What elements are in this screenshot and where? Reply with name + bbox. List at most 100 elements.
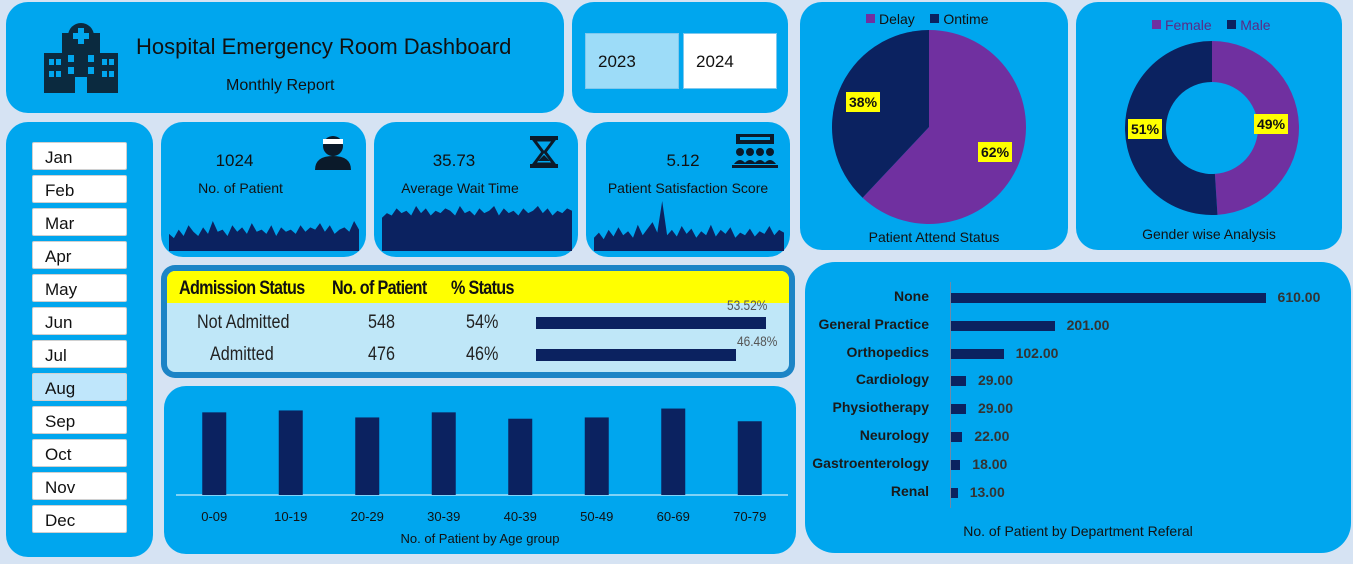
- month-button-mar[interactable]: Mar: [32, 208, 127, 236]
- row-status: Admitted: [210, 344, 274, 365]
- admission-table: Admission Status No. of Patient % Status…: [161, 265, 795, 378]
- row-bar-label: 46.48%: [737, 333, 778, 349]
- department-label: Physiotherapy: [832, 399, 929, 416]
- kpi-label: Patient Satisfaction Score: [607, 180, 769, 196]
- legend-item-ontime: Ontime: [930, 11, 988, 27]
- age-chart-caption: No. of Patient by Age group: [400, 531, 560, 546]
- month-button-dec[interactable]: Dec: [32, 505, 127, 533]
- kpi-value: 1024: [215, 151, 254, 170]
- month-button-aug[interactable]: Aug: [32, 373, 127, 401]
- month-button-oct[interactable]: Oct: [32, 439, 127, 467]
- department-bar: [951, 320, 1055, 331]
- age-tick-label: 40-39: [504, 509, 537, 524]
- row-percent: 54%: [466, 312, 499, 333]
- doughnut-label-male: 51%: [1128, 119, 1163, 139]
- age-tick-label: 10-19: [274, 509, 307, 524]
- legend-item-male: Male: [1227, 17, 1271, 33]
- department-bar: [951, 348, 1004, 359]
- sparkline-area: [169, 221, 359, 251]
- department-value: 29.00: [977, 400, 1013, 417]
- department-bar: [951, 404, 966, 415]
- department-label: Neurology: [859, 427, 929, 443]
- department-bar: [951, 487, 958, 498]
- month-button-jul[interactable]: Jul: [32, 340, 127, 368]
- department-value: 18.00: [972, 455, 1008, 472]
- department-bar: [951, 459, 961, 470]
- dashboard-subtitle: Monthly Report: [226, 77, 335, 94]
- year-button-2023[interactable]: 2023: [585, 33, 679, 89]
- age-group-chart: 0-09 10-19 20-29 30-39 40-39 50-49 60-69 70-79 …: [164, 386, 796, 554]
- month-button-jan[interactable]: Jan: [32, 142, 127, 170]
- department-value: 102.00: [1015, 344, 1059, 361]
- admission-table-header: Admission Status No. of Patient % Status: [167, 271, 789, 303]
- row-count: 476: [368, 344, 395, 365]
- department-label: Orthopedics: [846, 343, 929, 360]
- month-button-feb[interactable]: Feb: [32, 175, 127, 203]
- row-status: Not Admitted: [197, 312, 290, 333]
- sparkline-area: [594, 201, 784, 251]
- month-button-may[interactable]: May: [32, 274, 127, 302]
- year-button-2024[interactable]: 2024: [683, 33, 777, 89]
- kpi-sparkline: [382, 206, 572, 251]
- legend-item-delay: Delay: [866, 11, 915, 27]
- department-bar: [951, 432, 963, 442]
- month-slicer: Jan Feb Mar Apr May Jun Jul Aug Sep Oct Nov Dec: [6, 122, 153, 557]
- dashboard-title: Hospital Emergency Room Dashboard: [136, 34, 512, 59]
- age-bar-70-79: [737, 421, 762, 495]
- hourglass-icon: [530, 136, 558, 168]
- age-bar-0-09: [202, 412, 227, 495]
- sparkline-area: [382, 206, 572, 251]
- age-bar-10-19: [278, 410, 303, 495]
- age-tick-label: 0-09: [201, 509, 227, 524]
- department-value: 201.00: [1066, 316, 1110, 333]
- attend-status-chart: Delay Ontime 38% 62% Patient Attend Stat…: [800, 2, 1068, 250]
- department-bar: [951, 293, 1266, 303]
- department-bar: [951, 376, 966, 387]
- age-group-plot: 0-09 10-19 20-29 30-39 40-39 50-49 60-69 70-79: [176, 408, 788, 524]
- year-slicer: 2023 2024: [572, 2, 788, 113]
- legend-item-female: Female: [1152, 17, 1212, 33]
- department-label: General Practice: [818, 315, 929, 332]
- department-value: 13.00: [969, 483, 1005, 500]
- age-tick-label: 70-79: [733, 509, 766, 524]
- age-tick-label: 30-39: [427, 509, 460, 524]
- chart-legend: Delay Ontime: [866, 11, 988, 27]
- row-percent: 46%: [466, 344, 499, 365]
- department-label: None: [894, 288, 929, 304]
- row-bar-label: 53.52%: [727, 297, 768, 313]
- department-label: Cardiology: [855, 371, 929, 388]
- age-bar-30-39: [431, 412, 456, 495]
- kpi-label: No. of Patient: [198, 180, 283, 196]
- doughnut-label-female: 49%: [1254, 114, 1289, 134]
- gender-caption: Gender wise Analysis: [1142, 226, 1276, 242]
- department-axis: [950, 282, 951, 508]
- department-value: 29.00: [977, 372, 1013, 389]
- age-bar-20-29: [355, 417, 380, 495]
- row-percent-bar: [536, 349, 736, 361]
- attend-status-caption: Patient Attend Status: [868, 229, 1000, 245]
- department-label: Renal: [890, 482, 929, 499]
- pie-label-delay: 62%: [978, 142, 1013, 162]
- hospital-icon: [44, 23, 118, 93]
- title-card: Hospital Emergency Room Dashboard Monthl…: [6, 2, 564, 113]
- department-label: Gastroenterology: [812, 454, 929, 471]
- row-count: 548: [368, 312, 395, 333]
- kpi-patient-count: 1024 No. of Patient: [161, 122, 366, 257]
- header-patient-count: No. of Patient: [332, 278, 427, 299]
- month-button-jun[interactable]: Jun: [32, 307, 127, 335]
- meeting-icon: [732, 134, 778, 168]
- department-value: 610.00: [1277, 289, 1321, 305]
- month-button-apr[interactable]: Apr: [32, 241, 127, 269]
- header-admission-status: Admission Status: [179, 278, 305, 299]
- kpi-wait-time: 35.73 Average Wait Time: [374, 122, 578, 257]
- age-bar-50-49: [584, 417, 609, 495]
- patient-icon: [315, 136, 351, 170]
- chart-legend: Female Male: [1152, 17, 1271, 33]
- kpi-satisfaction: 5.12 Patient Satisfaction Score: [586, 122, 790, 257]
- month-button-sep[interactable]: Sep: [32, 406, 127, 434]
- age-bar-40-39: [508, 418, 533, 495]
- pie-label-ontime: 38%: [846, 92, 881, 112]
- age-tick-label: 20-29: [351, 509, 384, 524]
- age-bar-60-69: [661, 408, 686, 495]
- month-button-nov[interactable]: Nov: [32, 472, 127, 500]
